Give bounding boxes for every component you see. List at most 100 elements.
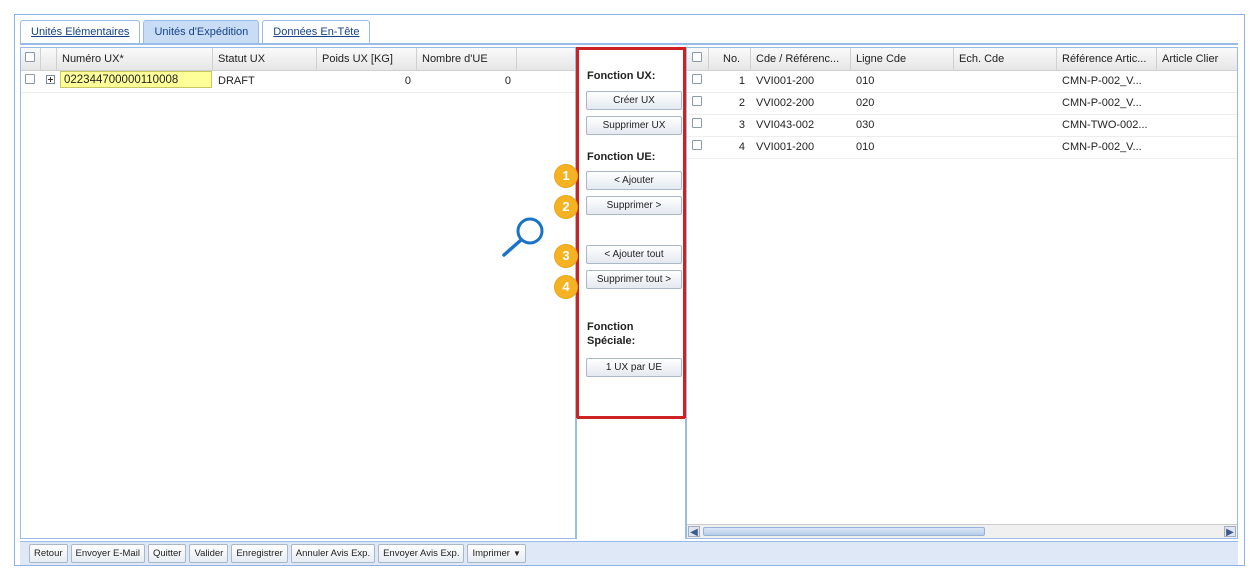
- envoyer-email-button[interactable]: Envoyer E-Mail: [70, 544, 145, 563]
- cde-cell: VVI001-200: [756, 75, 815, 87]
- row-checkbox-cell: [687, 93, 709, 114]
- col-no[interactable]: No.: [709, 48, 751, 70]
- cde-cell: VVI043-002: [756, 119, 815, 131]
- article-client-cell: [1157, 93, 1237, 114]
- col-reference-article[interactable]: Référence Artic...: [1057, 48, 1157, 70]
- select-all-checkbox[interactable]: [25, 52, 35, 62]
- ech-cell: [954, 71, 1057, 92]
- row-checkbox[interactable]: [25, 74, 35, 84]
- row-checkbox[interactable]: [692, 74, 702, 84]
- functions-panel-lower: [576, 418, 686, 539]
- col-ligne-cde[interactable]: Ligne Cde: [851, 48, 954, 70]
- row-checkbox[interactable]: [692, 96, 702, 106]
- grid-header: Numéro UX* Statut UX Poids UX [KG] Nombr…: [21, 48, 575, 71]
- annuler-avis-exp-button[interactable]: Annuler Avis Exp.: [290, 544, 376, 563]
- row-checkbox-cell: [687, 71, 709, 92]
- tab-unites-elementaires[interactable]: Unités Elémentaires: [20, 20, 141, 43]
- ref-article-cell: CMN-P-002_V...: [1062, 97, 1142, 109]
- table-row[interactable]: 1 VVI001-200 010 CMN-P-002_V...: [687, 71, 1237, 93]
- no-cell: 2: [738, 97, 745, 109]
- statut-ux-cell: DRAFT: [218, 75, 255, 87]
- ref-article-cell: CMN-TWO-002...: [1062, 119, 1148, 131]
- ref-article-cell: CMN-P-002_V...: [1062, 75, 1142, 87]
- table-row[interactable]: 4 VVI001-200 010 CMN-P-002_V...: [687, 137, 1237, 159]
- ligne-cell: 010: [856, 141, 875, 153]
- row-checkbox-cell: [21, 71, 41, 92]
- creer-ux-button[interactable]: Créer UX: [586, 91, 682, 110]
- shipping-units-grid: Numéro UX* Statut UX Poids UX [KG] Nombr…: [20, 47, 576, 539]
- bottom-toolbar: Retour Envoyer E-Mail Quitter Valider En…: [20, 541, 1238, 565]
- ech-cell: [954, 115, 1057, 136]
- expand-cell: [41, 71, 57, 92]
- grid-header: No. Cde / Référenc... Ligne Cde Ech. Cde…: [687, 48, 1237, 71]
- valider-button[interactable]: Valider: [189, 544, 229, 563]
- article-client-cell: [1157, 115, 1237, 136]
- numero-ux-cell: 022344700000110008: [57, 71, 213, 92]
- envoyer-avis-exp-button[interactable]: Envoyer Avis Exp.: [378, 544, 465, 563]
- ajouter-button[interactable]: < Ajouter: [586, 171, 682, 190]
- cde-cell: VVI001-200: [756, 141, 815, 153]
- ligne-cell: 030: [856, 119, 875, 131]
- col-nombre-ue[interactable]: Nombre d'UE: [417, 48, 517, 70]
- fonction-speciale-label-1: Fonction: [587, 321, 634, 333]
- select-all-checkbox[interactable]: [692, 52, 702, 62]
- magnifier-icon: [502, 217, 544, 257]
- row-checkbox[interactable]: [692, 118, 702, 128]
- col-ech-cde[interactable]: Ech. Cde: [954, 48, 1057, 70]
- step-badge-1: 1: [555, 165, 577, 187]
- horizontal-scrollbar[interactable]: ◀ ▶: [687, 524, 1237, 538]
- row-checkbox[interactable]: [692, 140, 702, 150]
- ajouter-tout-button[interactable]: < Ajouter tout: [586, 245, 682, 264]
- table-row[interactable]: 022344700000110008 DRAFT 0 0: [21, 71, 575, 93]
- quitter-button[interactable]: Quitter: [147, 544, 187, 563]
- col-statut-ux[interactable]: Statut UX: [213, 48, 317, 70]
- select-all-cell: [687, 48, 709, 70]
- step-badge-3: 3: [555, 245, 577, 267]
- col-article-client[interactable]: Article Clier: [1157, 48, 1237, 70]
- imprimer-menu-button[interactable]: Imprimer ▼: [467, 544, 526, 563]
- fonction-ue-label: Fonction UE:: [587, 151, 656, 163]
- ref-article-cell: CMN-P-002_V...: [1062, 141, 1142, 153]
- order-lines-grid: No. Cde / Référenc... Ligne Cde Ech. Cde…: [686, 47, 1238, 539]
- ligne-cell: 010: [856, 75, 875, 87]
- arrow-left-icon[interactable]: ◀: [688, 526, 700, 538]
- row-checkbox-cell: [687, 115, 709, 136]
- step-badge-2: 2: [555, 196, 577, 218]
- tab-unites-expedition[interactable]: Unités d'Expédition: [143, 20, 260, 44]
- supprimer-ux-button[interactable]: Supprimer UX: [586, 116, 682, 135]
- fonction-ux-label: Fonction UX:: [587, 70, 656, 82]
- fonction-speciale-label-2: Spéciale:: [587, 335, 636, 347]
- enregistrer-button[interactable]: Enregistrer: [231, 544, 288, 563]
- ech-cell: [954, 93, 1057, 114]
- functions-panel: Fonction UX: Créer UX Supprimer UX Fonct…: [576, 47, 686, 419]
- imprimer-label: Imprimer: [472, 548, 510, 559]
- supprimer-button[interactable]: Supprimer >: [586, 196, 682, 215]
- nombre-ue-cell: 0: [504, 75, 511, 87]
- no-cell: 3: [738, 119, 745, 131]
- no-cell: 4: [738, 141, 745, 153]
- col-poids-ux[interactable]: Poids UX [KG]: [317, 48, 417, 70]
- step-badge-4: 4: [555, 276, 577, 298]
- article-client-cell: [1157, 137, 1237, 158]
- arrow-right-icon[interactable]: ▶: [1224, 526, 1236, 538]
- table-row[interactable]: 3 VVI043-002 030 CMN-TWO-002...: [687, 115, 1237, 137]
- tab-donnees-en-tete[interactable]: Données En-Tête: [262, 20, 371, 43]
- expand-icon[interactable]: [46, 75, 55, 84]
- expand-header-cell: [41, 48, 57, 70]
- ech-cell: [954, 137, 1057, 158]
- chevron-down-icon: ▼: [512, 549, 521, 558]
- article-client-cell: [1157, 71, 1237, 92]
- table-row[interactable]: 2 VVI002-200 020 CMN-P-002_V...: [687, 93, 1237, 115]
- select-all-cell: [21, 48, 41, 70]
- ligne-cell: 020: [856, 97, 875, 109]
- retour-button[interactable]: Retour: [29, 544, 68, 563]
- supprimer-tout-button[interactable]: Supprimer tout >: [586, 270, 682, 289]
- poids-ux-cell: 0: [404, 75, 411, 87]
- col-cde-reference[interactable]: Cde / Référenc...: [751, 48, 851, 70]
- ux-par-ue-button[interactable]: 1 UX par UE: [586, 358, 682, 377]
- no-cell: 1: [738, 75, 745, 87]
- scrollbar-thumb[interactable]: [703, 527, 985, 536]
- cde-cell: VVI002-200: [756, 97, 815, 109]
- col-numero-ux[interactable]: Numéro UX*: [57, 48, 213, 70]
- numero-ux-field[interactable]: 022344700000110008: [60, 71, 212, 88]
